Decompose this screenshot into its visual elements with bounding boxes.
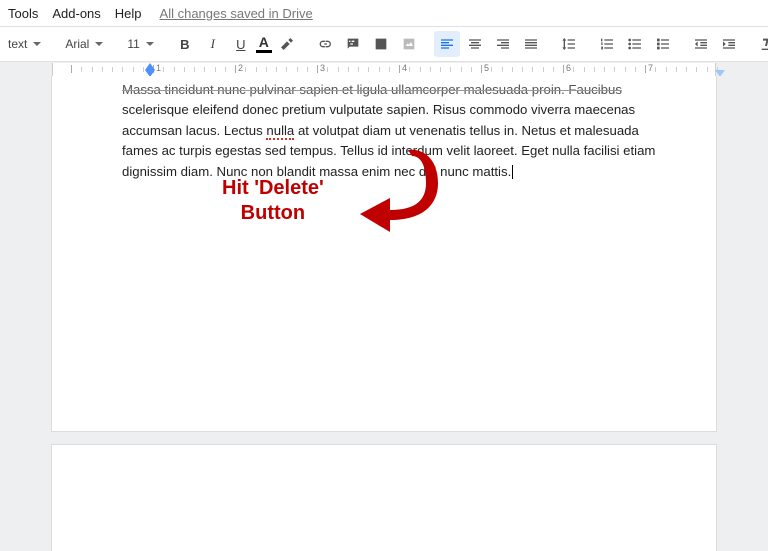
link-button[interactable] [312, 31, 338, 57]
align-left-icon [439, 36, 455, 52]
save-status: All changes saved in Drive [160, 6, 313, 21]
image-button[interactable] [368, 31, 394, 57]
menu-tools[interactable]: Tools [8, 6, 38, 21]
italic-button[interactable]: I [200, 31, 226, 57]
spell-error: nulla [266, 123, 294, 140]
font-size-value: 11 [127, 37, 139, 51]
image-icon [373, 36, 389, 52]
align-left-button[interactable] [434, 31, 460, 57]
comment-icon [345, 36, 361, 52]
font-color-button[interactable]: A [256, 31, 272, 57]
line-spacing-button[interactable] [556, 31, 582, 57]
doc-line: Massa tincidunt nunc pulvinar sapien et … [122, 80, 666, 100]
highlight-button[interactable] [274, 31, 300, 57]
increase-indent-icon [721, 36, 737, 52]
page-2[interactable] [52, 445, 716, 551]
annotation: Hit 'Delete' Button [222, 176, 324, 226]
checklist-icon [655, 36, 671, 52]
menu-bar: Tools Add-ons Help All changes saved in … [0, 0, 768, 26]
align-right-button[interactable] [490, 31, 516, 57]
font-dropdown[interactable]: Arial [59, 31, 109, 57]
ruler-number: 7 [648, 63, 653, 73]
bold-button[interactable]: B [172, 31, 198, 57]
clear-formatting-button[interactable] [754, 31, 768, 57]
font-size-dropdown[interactable]: 11 [121, 31, 159, 57]
ruler[interactable]: 1 2 3 4 5 6 7 [0, 62, 768, 76]
page-1[interactable]: Massa tincidunt nunc pulvinar sapien et … [52, 76, 716, 431]
align-justify-button[interactable] [518, 31, 544, 57]
toolbar: text Arial 11 B I U A [0, 26, 768, 62]
bulleted-list-icon [627, 36, 643, 52]
decrease-indent-icon [693, 36, 709, 52]
ruler-number: 2 [238, 63, 243, 73]
chevron-down-icon [146, 42, 154, 46]
font-label: Arial [65, 37, 89, 51]
ruler-number: 4 [402, 63, 407, 73]
align-right-icon [495, 36, 511, 52]
text-cursor [512, 165, 513, 179]
font-color-icon: A [259, 36, 269, 48]
ruler-number: 5 [484, 63, 489, 73]
ruler-number: 6 [566, 63, 571, 73]
line-spacing-icon [561, 36, 577, 52]
document-canvas: Massa tincidunt nunc pulvinar sapien et … [0, 76, 768, 551]
doc-line: scelerisque eleifend donec pretium vulpu… [122, 102, 635, 117]
underline-button[interactable]: U [228, 31, 254, 57]
increase-indent-button[interactable] [716, 31, 742, 57]
checklist-button[interactable] [650, 31, 676, 57]
ruler-number: 3 [320, 63, 325, 73]
ruler-number: 1 [156, 63, 161, 73]
numbered-list-icon [599, 36, 615, 52]
align-center-icon [467, 36, 483, 52]
indent-marker-first-line[interactable] [145, 63, 155, 70]
styles-label: text [8, 37, 27, 51]
align-center-button[interactable] [462, 31, 488, 57]
highlight-icon [279, 36, 295, 52]
chevron-down-icon [95, 42, 103, 46]
styles-dropdown[interactable]: text [2, 31, 47, 57]
chevron-down-icon [33, 42, 41, 46]
numbered-list-button[interactable] [594, 31, 620, 57]
image-options-button[interactable] [396, 31, 422, 57]
clear-formatting-icon [759, 36, 768, 52]
document-text[interactable]: Massa tincidunt nunc pulvinar sapien et … [122, 76, 666, 182]
align-justify-icon [523, 36, 539, 52]
doc-line: accumsan lacus. Lectus [122, 123, 266, 138]
link-icon [317, 36, 333, 52]
image-options-icon [401, 36, 417, 52]
menu-addons[interactable]: Add-ons [52, 6, 100, 21]
doc-line: diam. Nunc non blandit massa enim nec du… [181, 164, 512, 179]
decrease-indent-button[interactable] [688, 31, 714, 57]
menu-help[interactable]: Help [115, 6, 142, 21]
comment-button[interactable] [340, 31, 366, 57]
bulleted-list-button[interactable] [622, 31, 648, 57]
annotation-text: Hit 'Delete' Button [222, 176, 324, 226]
